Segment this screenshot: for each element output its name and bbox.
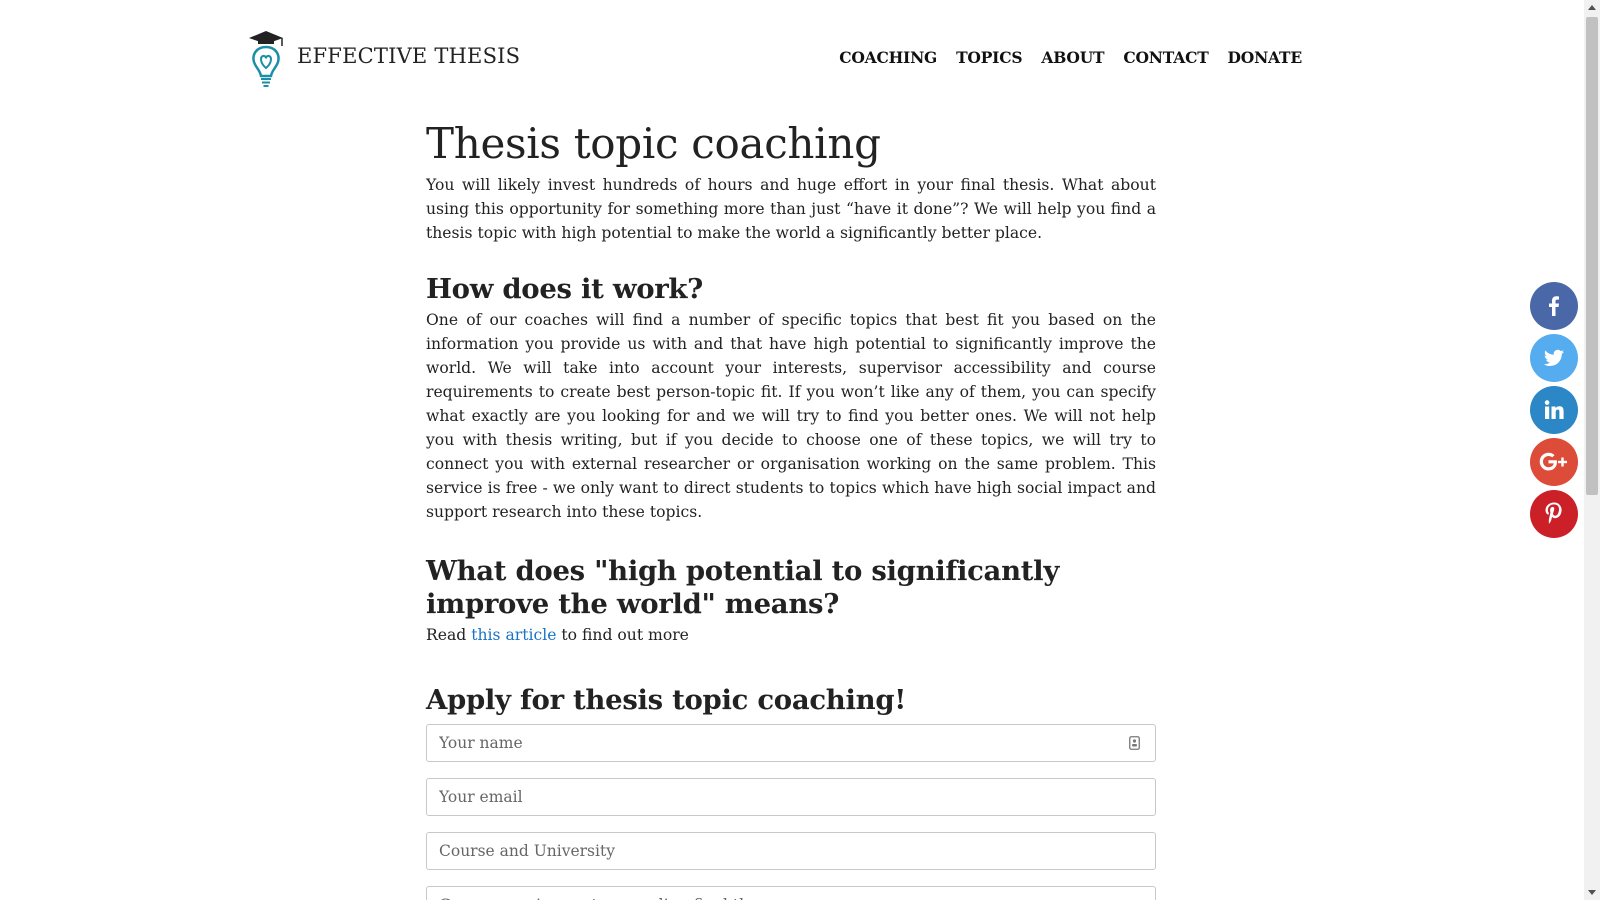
- main-nav: COACHING TOPICS ABOUT CONTACT DONATE: [820, 48, 1302, 67]
- course-input[interactable]: [427, 833, 1131, 869]
- brand-name[interactable]: EFFECTIVE THESIS: [297, 44, 520, 68]
- linkedin-icon: [1544, 400, 1564, 419]
- requirements-input[interactable]: [427, 887, 1131, 900]
- page: EFFECTIVE THESIS COACHING TOPICS ABOUT C…: [0, 0, 1600, 900]
- google-plus-icon: [1539, 452, 1567, 471]
- intro-paragraph: You will likely invest hundreds of hours…: [426, 176, 1156, 242]
- what-prefix: Read: [426, 626, 472, 644]
- how-heading: How does it work?: [426, 273, 703, 305]
- nav-item-contact[interactable]: CONTACT: [1123, 48, 1208, 67]
- facebook-share-button[interactable]: [1530, 282, 1578, 330]
- twitter-share-button[interactable]: [1530, 334, 1578, 382]
- email-field-wrapper: [426, 778, 1156, 816]
- page-scrollbar[interactable]: [1584, 0, 1600, 900]
- scroll-down-arrow-icon[interactable]: [1584, 885, 1600, 900]
- course-field-wrapper: [426, 832, 1156, 870]
- pinterest-icon: [1545, 502, 1562, 524]
- nav-item-topics[interactable]: TOPICS: [956, 48, 1022, 67]
- site-header: EFFECTIVE THESIS COACHING TOPICS ABOUT C…: [0, 0, 1584, 118]
- main-content: Thesis topic coaching You will likely in…: [426, 115, 1156, 900]
- article-link[interactable]: this article: [471, 626, 556, 644]
- twitter-icon: [1543, 349, 1564, 366]
- name-field-wrapper: [426, 724, 1156, 762]
- facebook-icon: [1549, 296, 1559, 316]
- what-suffix: to find out more: [556, 626, 689, 644]
- how-paragraph: One of our coaches will find a number of…: [426, 311, 1156, 521]
- email-input[interactable]: [427, 779, 1131, 815]
- scroll-thumb[interactable]: [1586, 17, 1598, 495]
- contact-card-icon[interactable]: [1129, 736, 1140, 750]
- apply-heading: Apply for thesis topic coaching!: [426, 684, 907, 716]
- linkedin-share-button[interactable]: [1530, 386, 1578, 434]
- google-plus-share-button[interactable]: [1530, 438, 1578, 486]
- scroll-up-arrow-icon[interactable]: [1584, 0, 1600, 15]
- nav-item-coaching[interactable]: COACHING: [839, 48, 937, 67]
- application-form: [426, 724, 1156, 900]
- pinterest-share-button[interactable]: [1530, 490, 1578, 538]
- what-heading: What does "high potential to significant…: [426, 555, 1059, 620]
- requirements-field-wrapper: [426, 886, 1156, 900]
- name-input[interactable]: [427, 725, 1131, 761]
- nav-item-donate[interactable]: DONATE: [1228, 48, 1303, 67]
- logo-icon[interactable]: [248, 30, 284, 90]
- what-paragraph: Read this article to find out more: [426, 623, 1156, 647]
- nav-item-about[interactable]: ABOUT: [1041, 48, 1104, 67]
- social-share-bar: [1530, 282, 1578, 542]
- page-title: Thesis topic coaching: [426, 119, 881, 168]
